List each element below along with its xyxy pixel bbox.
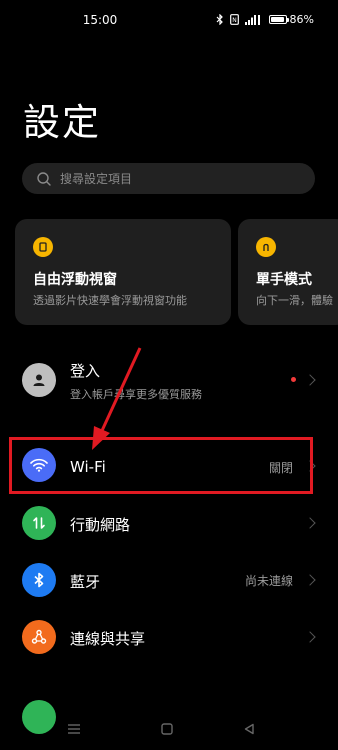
back-icon[interactable] (243, 723, 255, 735)
bluetooth-row[interactable]: 藍牙 尚未連線 (0, 557, 338, 602)
chevron-right-icon (304, 574, 316, 586)
search-input[interactable] (58, 170, 315, 187)
home-icon[interactable] (161, 723, 173, 735)
status-icons: N 86% (216, 13, 314, 26)
battery-indicator: 86% (268, 13, 314, 26)
bluetooth-icon (22, 563, 56, 597)
highlight-box (9, 437, 313, 494)
battery-icon (268, 15, 289, 24)
bluetooth-icon (216, 14, 223, 25)
chevron-right-icon (304, 631, 316, 643)
card-one-hand-mode[interactable]: 單手模式 向下一滑，體驗 (238, 219, 338, 325)
card-title: 自由浮動視窗 (33, 272, 117, 288)
mobile-data-row[interactable]: 行動網路 (0, 500, 338, 545)
floating-window-icon (33, 237, 53, 257)
one-hand-icon (256, 237, 276, 257)
signal-icon (244, 15, 260, 25)
share-icon (22, 620, 56, 654)
chevron-right-icon (304, 517, 316, 529)
status-time: 15:00 (82, 13, 118, 27)
card-floating-window[interactable]: 自由浮動視窗 透過影片快速學會浮動視窗功能 (15, 219, 231, 325)
menu-icon[interactable] (67, 723, 81, 735)
card-title: 單手模式 (256, 272, 312, 288)
annotation-arrow (92, 347, 142, 450)
bluetooth-status: 尚未連線 (244, 574, 293, 588)
search-bar[interactable] (22, 163, 315, 194)
navigation-bar (0, 712, 338, 750)
card-subtitle: 透過影片快速學會浮動視窗功能 (33, 294, 187, 307)
page-title: 設定 (23, 101, 101, 144)
connection-sharing-label: 連線與共享 (70, 630, 146, 648)
nfc-icon: N (229, 14, 239, 25)
account-row[interactable]: 登入 登入帳戶尋享更多優質服務 (0, 355, 338, 411)
search-icon (37, 171, 51, 186)
battery-percent: 86% (289, 13, 314, 26)
mobile-data-label: 行動網路 (70, 516, 131, 534)
person-icon (22, 363, 56, 397)
card-subtitle: 向下一滑，體驗 (256, 294, 333, 307)
bluetooth-label: 藍牙 (70, 573, 101, 591)
connection-sharing-row[interactable]: 連線與共享 (0, 614, 338, 659)
mobile-data-icon (22, 506, 56, 540)
svg-text:N: N (232, 17, 237, 24)
chevron-right-icon (304, 374, 316, 386)
notification-dot (291, 377, 296, 382)
